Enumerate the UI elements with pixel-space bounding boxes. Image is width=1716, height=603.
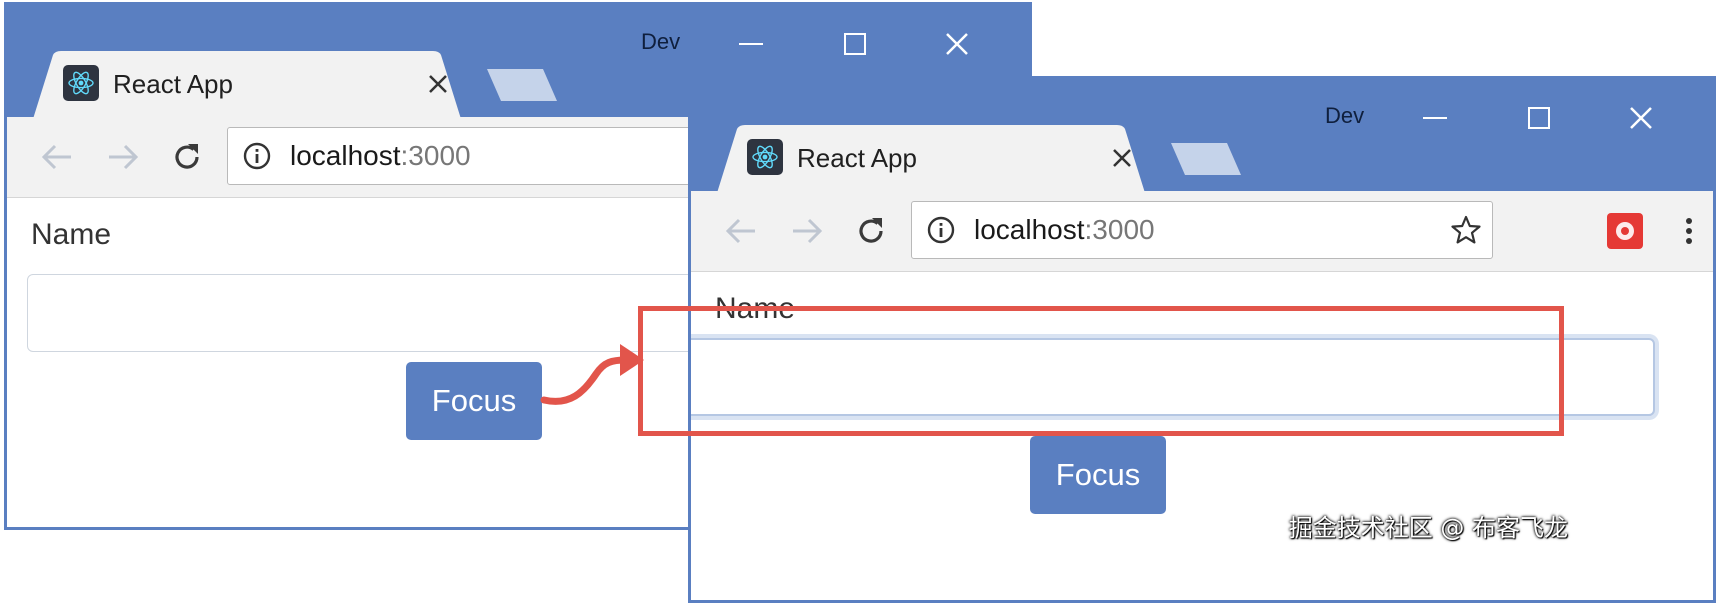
- focus-button[interactable]: Focus: [406, 362, 542, 440]
- url-text: localhost:3000: [974, 214, 1155, 246]
- name-label: Name: [31, 218, 112, 251]
- url-host: localhost: [290, 140, 401, 171]
- watermark: 掘金技术社区 @ 布客飞龙: [1288, 514, 1568, 542]
- back-arrow-icon[interactable]: [721, 211, 761, 251]
- close-window-button[interactable]: [927, 19, 987, 69]
- new-tab-button[interactable]: [1171, 141, 1247, 177]
- close-window-button[interactable]: [1611, 93, 1671, 143]
- maximize-button[interactable]: [1509, 93, 1569, 143]
- tab-close-icon[interactable]: [425, 71, 451, 97]
- forward-arrow-icon[interactable]: [103, 137, 143, 177]
- tab-react-app[interactable]: React App: [717, 125, 1157, 193]
- bookmark-star-icon[interactable]: [1448, 212, 1484, 248]
- info-icon[interactable]: [242, 141, 272, 171]
- curved-arrow-icon: [540, 344, 644, 405]
- minimize-button[interactable]: [1405, 93, 1465, 143]
- focused-input-highlight-box: [638, 306, 1564, 436]
- react-icon: [747, 139, 783, 175]
- profile-name: Dev: [641, 29, 681, 54]
- browser-toolbar: localhost:3000: [691, 191, 1713, 272]
- title-bar: Dev React App: [691, 79, 1713, 193]
- minimize-button[interactable]: [721, 19, 781, 69]
- react-devtools-extension-icon[interactable]: [1607, 213, 1643, 249]
- tab-close-icon[interactable]: [1109, 145, 1135, 171]
- reload-icon[interactable]: [167, 137, 207, 177]
- kebab-menu-icon[interactable]: [1671, 211, 1707, 251]
- url-port: :3000: [400, 140, 471, 171]
- reload-icon[interactable]: [851, 211, 891, 251]
- info-icon[interactable]: [926, 215, 956, 245]
- react-icon: [63, 65, 99, 101]
- tab-title: React App: [797, 143, 917, 173]
- url-text: localhost:3000: [290, 140, 471, 172]
- focus-button[interactable]: Focus: [1030, 436, 1166, 514]
- tab-shape: [33, 51, 461, 119]
- profile-name: Dev: [1325, 103, 1365, 128]
- tab-react-app[interactable]: React App: [33, 51, 473, 119]
- address-bar[interactable]: localhost:3000: [911, 201, 1493, 259]
- tab-shape: [717, 125, 1145, 193]
- url-port: :3000: [1084, 214, 1155, 245]
- forward-arrow-icon[interactable]: [787, 211, 827, 251]
- new-tab-button[interactable]: [487, 67, 563, 103]
- tab-title: React App: [113, 69, 233, 99]
- url-host: localhost: [974, 214, 1085, 245]
- back-arrow-icon[interactable]: [37, 137, 77, 177]
- maximize-button[interactable]: [825, 19, 885, 69]
